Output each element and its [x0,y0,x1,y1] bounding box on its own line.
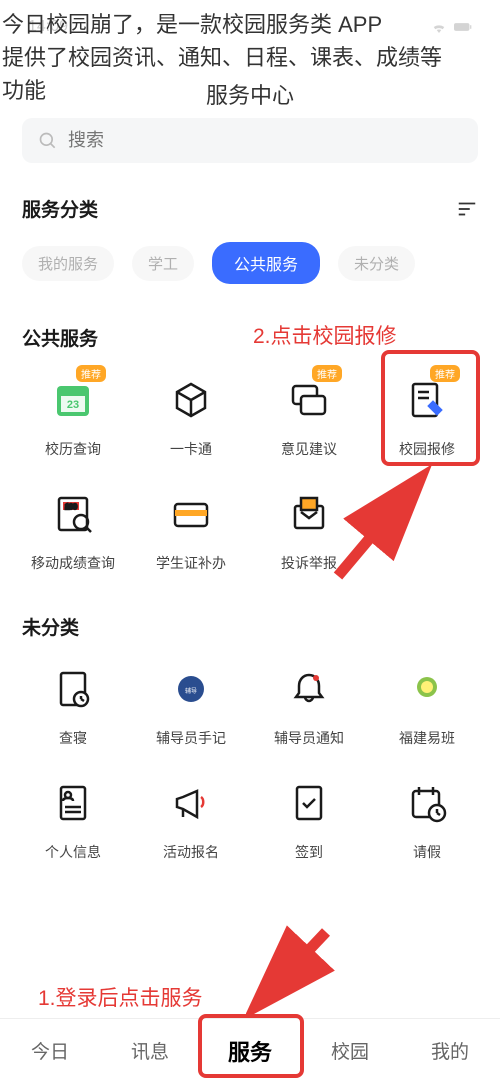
category-chips: 我的服务 学工 公共服务 未分类 [22,242,478,284]
service-notify[interactable]: 辅导员通知 [258,662,360,748]
service-card[interactable]: 一卡通 [140,373,242,459]
service-notes[interactable]: 辅导 辅导员手记 [140,662,242,748]
service-idcard[interactable]: 学生证补办 [140,487,242,573]
service-repair[interactable]: 推荐 校园报修 [376,373,478,459]
service-label: 个人信息 [45,842,101,862]
yiban-icon [411,673,443,705]
service-category-header: 服务分类 [22,195,478,222]
calendar-clock-icon [405,781,449,825]
service-dorm[interactable]: 查寝 [22,662,124,748]
edit-doc-icon [405,378,449,422]
nav-messages[interactable]: 讯息 [100,1019,200,1082]
svg-text:100: 100 [65,504,77,511]
service-activity[interactable]: 活动报名 [140,776,242,862]
service-label: 校园报修 [399,439,455,459]
megaphone-icon [169,781,213,825]
service-score[interactable]: 100 移动成绩查询 [22,487,124,573]
public-services-title: 公共服务 [22,324,478,351]
service-calendar[interactable]: 推荐 23 校历查询 [22,373,124,459]
bottom-nav: 今日 讯息 服务 校园 我的 [0,1018,500,1082]
badge-icon: 辅导 [176,674,206,704]
check-doc-icon [287,781,331,825]
service-profile[interactable]: 个人信息 [22,776,124,862]
search-icon [38,131,58,151]
service-label: 福建易班 [399,728,455,748]
service-suggest[interactable]: 推荐 意见建议 [258,373,360,459]
bell-icon [287,667,331,711]
nav-today[interactable]: 今日 [0,1019,100,1082]
arrow-to-services [246,922,336,1016]
service-label: 活动报名 [163,842,219,862]
nav-services[interactable]: 服务 [200,1019,300,1082]
arrow-to-repair [328,466,438,586]
category-title: 服务分类 [22,195,98,222]
service-label: 移动成绩查询 [31,553,115,573]
service-label: 签到 [295,842,323,862]
profile-doc-icon [51,781,95,825]
chip-student-affairs[interactable]: 学工 [132,246,194,281]
annotation-step1: 1.登录后点击服务 [38,982,203,1012]
svg-text:23: 23 [67,399,79,411]
search-input[interactable] [68,130,462,151]
score-icon: 100 [51,492,95,536]
service-label: 请假 [413,842,441,862]
nav-mine[interactable]: 我的 [400,1019,500,1082]
uncategorized-grid: 查寝 辅导 辅导员手记 辅导员通知 福建易班 个人信息 活动报名 签到 请假 [22,662,478,862]
mailbox-icon [287,492,331,536]
search-box[interactable] [22,118,478,163]
service-label: 学生证补办 [156,553,226,573]
annotation-step2: 2.点击校园报修 [253,320,397,350]
service-label: 一卡通 [170,439,212,459]
calendar-icon: 23 [51,378,95,422]
service-label: 辅导员通知 [274,728,344,748]
chat-icon [287,378,331,422]
service-label: 校历查询 [45,439,101,459]
service-leave[interactable]: 请假 [376,776,478,862]
service-yiban[interactable]: 福建易班 [376,662,478,748]
overlay-article-text: 今日校园崩了，是一款校园服务类 APP 提供了校园资讯、通知、日程、课表、成绩等… [0,8,500,107]
service-label: 查寝 [59,728,87,748]
service-label: 辅导员手记 [156,728,226,748]
recommend-badge: 推荐 [76,365,106,382]
chip-public-services[interactable]: 公共服务 [212,242,320,284]
uncategorized-title: 未分类 [22,613,478,640]
chip-my-services[interactable]: 我的服务 [22,246,114,281]
service-checkin[interactable]: 签到 [258,776,360,862]
svg-text:辅导: 辅导 [185,687,197,695]
nav-campus[interactable]: 校园 [300,1019,400,1082]
doc-clock-icon [51,667,95,711]
recommend-badge: 推荐 [312,365,342,382]
cube-icon [169,378,213,422]
filter-icon[interactable] [456,198,478,220]
service-label: 意见建议 [281,439,337,459]
recommend-badge: 推荐 [430,365,460,382]
chip-uncategorized[interactable]: 未分类 [338,246,415,281]
idcard-icon [169,492,213,536]
